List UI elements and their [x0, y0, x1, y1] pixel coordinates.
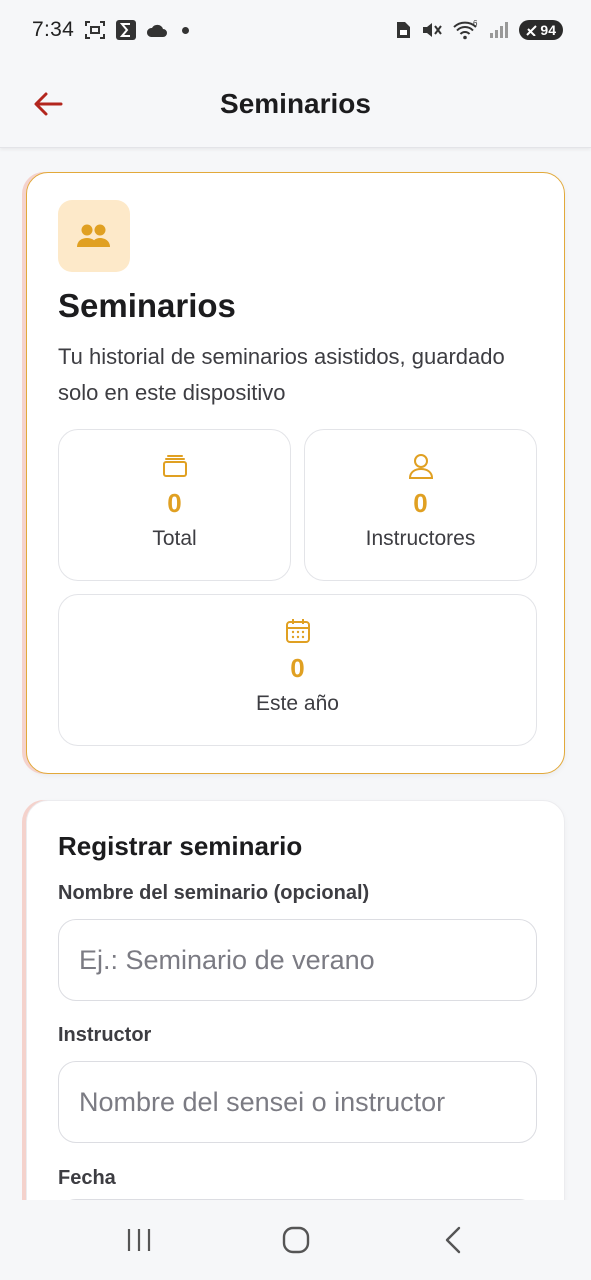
summary-title: Seminarios [58, 287, 236, 324]
wifi-icon: 6 [453, 20, 479, 40]
stack-icon [162, 452, 188, 480]
group-icon [58, 200, 130, 272]
stat-instructors-label: Instructores [365, 527, 476, 550]
sigma-icon [116, 20, 137, 40]
recent-apps-button[interactable] [109, 1210, 169, 1270]
stat-total-label: Total [152, 527, 197, 550]
stat-instructors-value: 0 [413, 488, 428, 518]
person-icon [408, 452, 434, 480]
svg-text:6: 6 [473, 20, 478, 28]
stat-year-label: Este año [256, 692, 339, 715]
recent-apps-icon [127, 1229, 150, 1251]
sim-icon [395, 21, 411, 39]
instructor-input[interactable] [58, 1061, 537, 1143]
register-form-card: Registrar seminario Nombre del seminario… [26, 800, 565, 1200]
app-bar: Seminarios [0, 60, 591, 148]
home-icon [282, 1226, 309, 1254]
summary-subtitle: Tu historial de seminarios asistidos, gu… [58, 344, 505, 405]
nav-back-button[interactable] [423, 1210, 483, 1270]
battery-icon: 94 [519, 20, 563, 40]
calendar-icon [285, 617, 311, 645]
stat-total-value: 0 [167, 488, 182, 518]
stat-instructors: 0 Instructores [304, 429, 537, 581]
status-left: 7:34 [32, 18, 190, 42]
date-label: Fecha [58, 1167, 116, 1189]
status-bar: 7:34 6 94 [0, 0, 591, 60]
stat-total: 0 Total [58, 429, 291, 581]
back-button[interactable] [26, 82, 70, 126]
back-icon [445, 1226, 460, 1254]
summary-card: Seminarios Tu historial de seminarios as… [26, 172, 565, 774]
notification-dot [182, 26, 190, 34]
battery-level: 94 [540, 22, 556, 38]
arrow-left-icon [34, 92, 63, 116]
stat-year-value: 0 [290, 653, 305, 683]
system-nav-bar [0, 1200, 591, 1280]
stat-year: 0 Este año [58, 594, 537, 746]
instructor-label: Instructor [58, 1024, 152, 1046]
seminar-name-label: Nombre del seminario (opcional) [58, 882, 370, 904]
mute-icon [421, 20, 443, 40]
seminar-name-input[interactable] [58, 919, 537, 1001]
status-right: 6 94 [395, 20, 563, 40]
scroll-content[interactable]: Seminarios Tu historial de seminarios as… [0, 150, 591, 1200]
form-title: Registrar seminario [58, 831, 303, 861]
cloud-icon [146, 22, 168, 38]
screenshot-icon [84, 20, 106, 40]
page-title: Seminarios [220, 87, 371, 119]
status-time: 7:34 [32, 18, 75, 41]
home-button[interactable] [266, 1210, 326, 1270]
signal-icon [489, 21, 509, 39]
